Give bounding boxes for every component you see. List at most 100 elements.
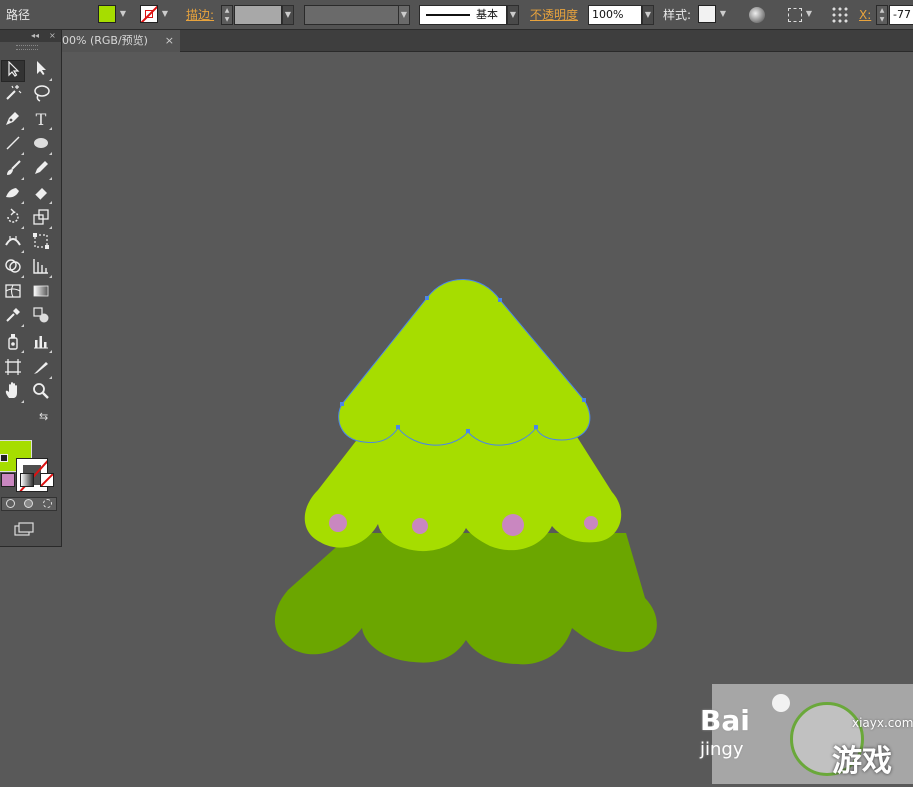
x-stepper[interactable]: ▲ ▼ xyxy=(876,5,888,25)
x-label[interactable]: X: xyxy=(859,5,871,25)
drawing-modes xyxy=(1,497,57,511)
stroke-swatch[interactable] xyxy=(140,5,158,23)
style-dropdown-icon[interactable]: ▼ xyxy=(717,5,729,25)
paintbrush-icon xyxy=(7,160,21,175)
ornament xyxy=(502,514,524,536)
x-field[interactable]: -77 xyxy=(889,5,913,25)
stroke-profile-dropdown-icon[interactable]: ▼ xyxy=(507,5,519,25)
hand-tool[interactable] xyxy=(1,382,25,404)
paintbrush-tool[interactable] xyxy=(1,159,25,181)
slice-knife-icon xyxy=(34,362,48,374)
control-bar: 路径 ▼ ▼ 描边: ▲ ▼ ▼ ▼ 基本 ▼ 不透明度 100% ▼ 样式: ▼… xyxy=(0,0,913,30)
panel-grip[interactable] xyxy=(16,45,38,50)
magic-wand-tool[interactable] xyxy=(1,84,25,106)
pencil-icon xyxy=(35,161,48,174)
blend-tool[interactable] xyxy=(29,306,53,328)
symbol-sprayer-tool[interactable] xyxy=(1,332,25,354)
watermark-site: xiayx.com xyxy=(852,716,913,730)
magic-wand-icon xyxy=(6,85,22,100)
eraser-tool[interactable] xyxy=(29,183,53,205)
rotate-tool[interactable] xyxy=(1,208,25,230)
shape-builder-tool[interactable] xyxy=(1,257,25,279)
default-colors-icon[interactable] xyxy=(0,454,8,462)
width-tool[interactable] xyxy=(1,232,25,254)
stroke-profile-field[interactable]: 基本 xyxy=(419,5,507,25)
slice-tool[interactable] xyxy=(29,358,53,380)
stroke-weight-dropdown-icon[interactable]: ▼ xyxy=(282,5,294,25)
scale-tool[interactable] xyxy=(29,208,53,230)
document-tab-title: 00% (RGB/预览) xyxy=(62,34,148,47)
watermark-game: 游戏 xyxy=(832,744,892,779)
variable-width-field[interactable] xyxy=(304,5,400,25)
stroke-label[interactable]: 描边: xyxy=(186,5,214,25)
gradient-tool[interactable] xyxy=(29,282,53,304)
eyedropper-icon xyxy=(6,308,20,322)
opacity-label[interactable]: 不透明度 xyxy=(530,5,578,25)
none-mode-button[interactable] xyxy=(40,473,54,487)
document-tab-bar: 00% (RGB/预览) × xyxy=(62,30,913,52)
mesh-tool[interactable] xyxy=(1,282,25,304)
close-tab-icon[interactable]: × xyxy=(165,30,174,52)
watermark-brand: Bai xyxy=(700,704,750,737)
tools-panel-header[interactable]: ◂◂ × xyxy=(0,30,61,42)
opacity-field[interactable]: 100% xyxy=(588,5,642,25)
transform-grid-icon[interactable] xyxy=(831,6,849,24)
column-graph-tool[interactable] xyxy=(29,332,53,354)
pen-tool[interactable] xyxy=(1,109,25,131)
stroke-dropdown-icon[interactable]: ▼ xyxy=(159,5,171,25)
ellipse-tool[interactable] xyxy=(29,134,53,156)
stroke-weight-stepper[interactable]: ▲ ▼ xyxy=(221,5,233,25)
draw-inside-icon[interactable] xyxy=(43,499,52,508)
tools-panel: ◂◂ × T ⇆ xyxy=(0,30,62,547)
draw-behind-icon[interactable] xyxy=(24,499,33,508)
draw-normal-icon[interactable] xyxy=(6,499,15,508)
recolor-artwork-icon[interactable] xyxy=(749,7,765,23)
object-type-label: 路径 xyxy=(6,8,31,22)
lasso-tool[interactable] xyxy=(29,84,53,106)
shape-builder-icon xyxy=(5,259,21,273)
pencil-tool[interactable] xyxy=(29,159,53,181)
perspective-grid-icon xyxy=(33,259,48,274)
perspective-grid-tool[interactable] xyxy=(29,257,53,279)
stroke-weight-field[interactable] xyxy=(234,5,282,25)
collapse-panel-icon[interactable]: ◂◂ xyxy=(31,30,39,42)
artboard-tool[interactable] xyxy=(1,358,25,380)
variable-width-dropdown-icon[interactable]: ▼ xyxy=(398,5,410,25)
gradient-icon xyxy=(33,285,49,297)
fill-swatch[interactable] xyxy=(98,5,116,23)
isolate-object-icon[interactable] xyxy=(788,8,802,22)
stroke-profile-value: 基本 xyxy=(476,8,498,21)
free-transform-tool[interactable] xyxy=(29,232,53,254)
opacity-dropdown-icon[interactable]: ▼ xyxy=(642,5,654,25)
type-tool[interactable]: T xyxy=(29,109,53,131)
ornament xyxy=(412,518,428,534)
blob-brush-tool[interactable] xyxy=(1,183,25,205)
graphic-style-swatch[interactable] xyxy=(698,5,716,23)
mesh-icon xyxy=(5,284,21,298)
line-segment-tool[interactable] xyxy=(1,134,25,156)
direct-selection-tool[interactable] xyxy=(29,60,53,82)
document-tab[interactable]: 00% (RGB/预览) × xyxy=(62,30,180,52)
eraser-icon xyxy=(34,188,47,201)
tree-top-tier xyxy=(338,279,591,446)
screen-mode-button[interactable] xyxy=(14,522,34,536)
fill-dropdown-icon[interactable]: ▼ xyxy=(117,5,129,25)
selection-tool[interactable] xyxy=(1,60,25,82)
ornament xyxy=(329,514,347,532)
gradient-mode-button[interactable] xyxy=(20,473,34,487)
canvas[interactable] xyxy=(62,52,913,784)
align-dropdown-icon[interactable]: ▼ xyxy=(803,5,815,25)
zoom-tool[interactable] xyxy=(29,382,53,404)
eyedropper-tool[interactable] xyxy=(1,306,25,328)
tree-bottom-tier xyxy=(274,533,657,665)
color-mode-button[interactable] xyxy=(1,473,15,487)
swap-fill-stroke-icon[interactable]: ⇆ xyxy=(39,410,48,423)
blob-brush-icon xyxy=(6,188,19,198)
selection-arrow-icon xyxy=(8,60,20,77)
width-tool-icon xyxy=(5,236,21,246)
ellipse-icon xyxy=(34,138,48,148)
close-panel-icon[interactable]: × xyxy=(49,30,56,42)
ornament xyxy=(584,516,598,530)
hand-icon xyxy=(5,382,17,398)
rotate-icon xyxy=(7,208,19,223)
